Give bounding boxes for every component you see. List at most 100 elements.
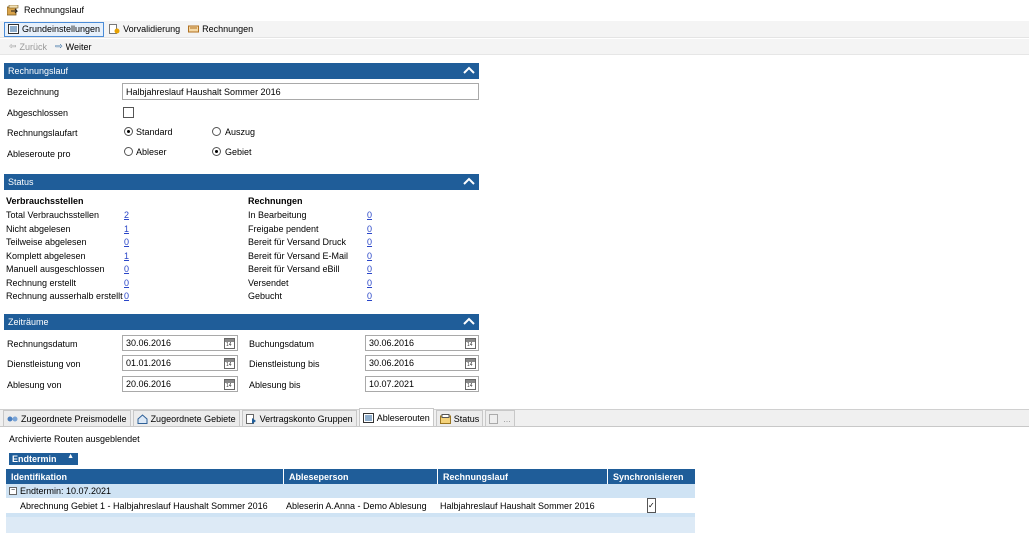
tab-status[interactable]: Status xyxy=(435,410,484,426)
buchungsdatum-input[interactable]: 30.06.2016 xyxy=(365,335,479,351)
stat-link[interactable]: 1 xyxy=(124,224,129,234)
radio-auszug[interactable] xyxy=(212,127,221,136)
radio-gebiet-label: Gebiet xyxy=(225,147,252,157)
tab-label: Ableserouten xyxy=(376,412,430,423)
stat-link[interactable]: 0 xyxy=(124,264,129,274)
table-row[interactable]: Abrechnung Gebiet 1 - Halbjahreslauf Hau… xyxy=(6,498,695,513)
radio-auszug-label: Auszug xyxy=(225,127,256,137)
stat-link[interactable]: 0 xyxy=(367,224,372,234)
tab-vertragskonto-gruppen[interactable]: Vertragskonto Gruppen xyxy=(241,410,357,426)
ablesung-bis-label: Ablesung bis xyxy=(249,380,301,390)
rechnungsdatum-label: Rechnungsdatum xyxy=(7,339,78,349)
stat-link[interactable]: 0 xyxy=(124,278,129,288)
stat-label: Komplett abgelesen xyxy=(6,251,86,261)
calendar-icon[interactable]: 14 xyxy=(465,379,476,390)
wizard-navigation: ⇦ Zurück ⇨ Weiter xyxy=(0,39,1029,55)
sort-ascending-icon[interactable]: ▲ xyxy=(67,453,74,460)
house-icon xyxy=(137,413,148,424)
stat-link[interactable]: 2 xyxy=(124,210,129,220)
column-header-rechnungslauf[interactable]: Rechnungslauf xyxy=(438,469,608,484)
tab-zugeordnete-preismodelle[interactable]: Zugeordnete Preismodelle xyxy=(3,410,131,426)
next-button[interactable]: ⇨ Weiter xyxy=(55,41,91,52)
more-tabs-icon xyxy=(489,413,499,424)
chevron-up-icon[interactable] xyxy=(463,316,475,328)
section-title: Status xyxy=(8,177,34,187)
cell-identifikation: Abrechnung Gebiet 1 - Halbjahreslauf Hau… xyxy=(20,500,268,511)
new-row-placeholder[interactable] xyxy=(6,517,695,533)
calendar-icon[interactable]: 14 xyxy=(465,338,476,349)
stat-link[interactable]: 0 xyxy=(367,264,372,274)
stat-link[interactable]: 0 xyxy=(367,278,372,288)
section-header-zeitraeume[interactable]: Zeiträume xyxy=(4,314,479,330)
dl-bis-input[interactable]: 30.06.2016 xyxy=(365,355,479,371)
buchungsdatum-label: Buchungsdatum xyxy=(249,339,315,349)
calendar-icon[interactable]: 14 xyxy=(224,338,235,349)
back-button[interactable]: ⇦ Zurück xyxy=(9,41,47,52)
verbrauchsstellen-title: Verbrauchsstellen xyxy=(6,196,84,206)
stat-link[interactable]: 0 xyxy=(367,291,372,301)
cell-rechnungslauf: Halbjahreslauf Haushalt Sommer 2016 xyxy=(440,500,595,511)
billing-run-icon xyxy=(7,4,19,15)
rechnungslaufart-label: Rechnungslaufart xyxy=(7,128,78,138)
archived-routes-info: Archivierte Routen ausgeblendet xyxy=(9,434,140,444)
column-header-synchronisieren[interactable]: Synchronisieren xyxy=(608,469,695,484)
stat-label: In Bearbeitung xyxy=(248,210,307,220)
section-title: Rechnungslauf xyxy=(8,66,69,76)
section-header-rechnungslauf[interactable]: Rechnungslauf xyxy=(4,63,479,79)
tab-zugeordnete-gebiete[interactable]: Zugeordnete Gebiete xyxy=(132,410,240,426)
chevron-up-icon[interactable] xyxy=(463,65,475,77)
stat-link[interactable]: 0 xyxy=(367,210,372,220)
group-row-label: Endtermin: 10.07.2021 xyxy=(20,486,112,496)
dl-von-input[interactable]: 01.01.2016 xyxy=(122,355,238,371)
tab-label: Status xyxy=(453,413,480,424)
back-label: Zurück xyxy=(19,41,48,52)
validation-icon xyxy=(109,24,120,34)
stat-label: Rechnung erstellt xyxy=(6,278,77,288)
status-icon xyxy=(439,413,451,424)
tab-vorvalidierung[interactable]: Vorvalidierung xyxy=(106,22,183,37)
tab-label: ... xyxy=(503,413,511,424)
chevron-up-icon[interactable] xyxy=(463,176,475,188)
grid-header: Identifikation Ableseperson Rechnungslau… xyxy=(6,469,695,484)
window-title: Rechnungslauf xyxy=(24,5,85,15)
calendar-glyph: 14 xyxy=(467,362,473,368)
calendar-icon[interactable]: 14 xyxy=(224,358,235,369)
group-by-chip[interactable]: Endtermin ▲ xyxy=(9,453,78,465)
calendar-icon[interactable]: 14 xyxy=(465,358,476,369)
ablesung-von-label: Ablesung von xyxy=(7,380,62,390)
rechnungsdatum-input[interactable]: 30.06.2016 xyxy=(122,335,238,351)
column-header-ableseperson[interactable]: Ableseperson xyxy=(284,469,438,484)
stat-label: Rechnung ausserhalb erstellt xyxy=(6,291,123,301)
stat-link[interactable]: 0 xyxy=(124,291,129,301)
tab-more[interactable]: ... xyxy=(485,410,515,426)
bezeichnung-input[interactable]: Halbjahreslauf Haushalt Sommer 2016 xyxy=(122,83,479,100)
synchronisieren-checkbox[interactable]: ✓ xyxy=(647,498,656,513)
stat-link[interactable]: 0 xyxy=(367,251,372,261)
section-header-status[interactable]: Status xyxy=(4,174,479,190)
stat-link[interactable]: 0 xyxy=(124,237,129,247)
column-header-identifikation[interactable]: Identifikation xyxy=(6,469,284,484)
tab-rechnungen[interactable]: Rechnungen xyxy=(185,22,256,37)
abgeschlossen-checkbox[interactable] xyxy=(123,107,134,118)
group-by-label: Endtermin xyxy=(12,454,57,464)
radio-ableser[interactable] xyxy=(124,147,133,156)
radio-standard[interactable] xyxy=(124,127,133,136)
group-row[interactable]: − Endtermin: 10.07.2021 xyxy=(6,484,695,498)
radio-gebiet[interactable] xyxy=(212,147,221,156)
window-titlebar: Rechnungslauf xyxy=(0,0,1029,20)
cell-ableseperson: Ableserin A.Anna - Demo Ablesung xyxy=(286,500,427,511)
ablesung-bis-input[interactable]: 10.07.2021 xyxy=(365,376,479,392)
stat-label: Gebucht xyxy=(248,291,283,301)
calendar-icon[interactable]: 14 xyxy=(224,379,235,390)
tab-ableserouten[interactable]: Ableserouten xyxy=(358,408,434,426)
stat-link[interactable]: 0 xyxy=(367,237,372,247)
stat-link[interactable]: 1 xyxy=(124,251,129,261)
tab-grundeinstellungen[interactable]: Grundeinstellungen xyxy=(4,21,105,37)
tab-label: Zugeordnete Preismodelle xyxy=(21,413,127,424)
stat-label: Bereit für Versand eBill xyxy=(248,264,340,274)
collapse-group-icon[interactable]: − xyxy=(9,487,17,495)
detail-tab-bar: Zugeordnete Preismodelle Zugeordnete Geb… xyxy=(0,408,1029,427)
ablesung-von-input[interactable]: 20.06.2016 xyxy=(122,376,238,392)
price-model-icon xyxy=(7,416,18,421)
stat-label: Teilweise abgelesen xyxy=(6,237,87,247)
